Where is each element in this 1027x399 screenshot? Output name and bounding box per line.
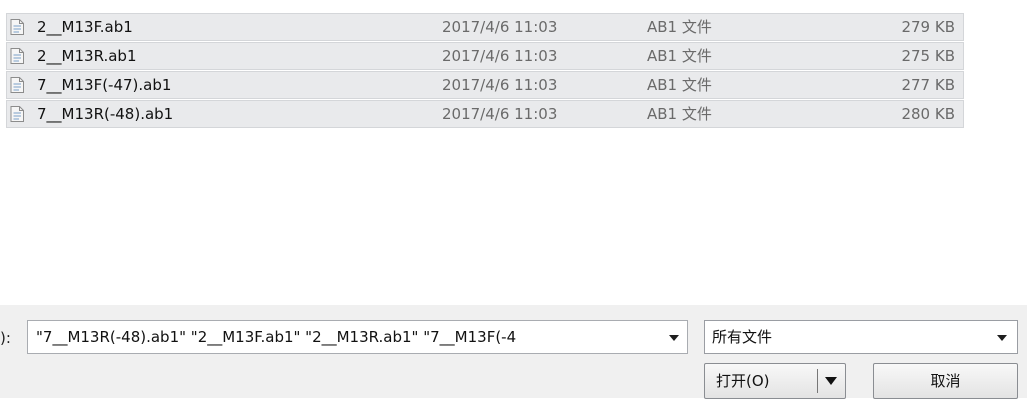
file-list[interactable]: 2__M13F.ab1 2017/4/6 11:03 AB1 文件 279 KB…: [0, 0, 1027, 305]
file-row[interactable]: 2__M13F.ab1 2017/4/6 11:03 AB1 文件 279 KB: [6, 13, 964, 41]
file-size: 275 KB: [901, 47, 955, 65]
filetype-select[interactable]: 所有文件: [704, 320, 1018, 354]
cancel-button-label: 取消: [930, 372, 961, 390]
file-row[interactable]: 2__M13R.ab1 2017/4/6 11:03 AB1 文件 275 KB: [6, 42, 964, 70]
split-divider: [817, 369, 818, 393]
file-icon: [10, 106, 24, 122]
file-name: 7__M13F(-47).ab1: [37, 76, 172, 94]
open-button-label: 打开(O): [716, 372, 770, 390]
file-size: 279 KB: [901, 18, 955, 36]
file-type: AB1 文件: [647, 18, 712, 36]
dialog-bottom-panel: ): "7__M13R(-48).ab1" "2__M13F.ab1" "2__…: [0, 305, 1027, 399]
cancel-button[interactable]: 取消: [873, 363, 1018, 399]
file-icon: [10, 48, 24, 64]
open-button[interactable]: 打开(O): [704, 363, 846, 399]
file-icon: [10, 19, 24, 35]
file-icon: [10, 77, 24, 93]
file-date: 2017/4/6 11:03: [442, 47, 558, 65]
file-name: 7__M13R(-48).ab1: [37, 105, 174, 123]
chevron-down-icon[interactable]: [995, 333, 1009, 343]
filename-combobox[interactable]: "7__M13R(-48).ab1" "2__M13F.ab1" "2__M13…: [27, 320, 688, 354]
chevron-down-icon[interactable]: [667, 333, 681, 343]
file-type: AB1 文件: [647, 47, 712, 65]
open-menu-chevron-icon[interactable]: [824, 376, 838, 386]
file-row[interactable]: 7__M13F(-47).ab1 2017/4/6 11:03 AB1 文件 2…: [6, 71, 964, 99]
filename-label: ):: [0, 329, 11, 347]
filetype-value: 所有文件: [712, 328, 773, 346]
file-type: AB1 文件: [647, 76, 712, 94]
file-date: 2017/4/6 11:03: [442, 18, 558, 36]
file-type: AB1 文件: [647, 105, 712, 123]
file-name: 2__M13R.ab1: [37, 47, 137, 65]
filename-input[interactable]: "7__M13R(-48).ab1" "2__M13F.ab1" "2__M13…: [36, 321, 656, 353]
file-name: 2__M13F.ab1: [37, 18, 133, 36]
file-row[interactable]: 7__M13R(-48).ab1 2017/4/6 11:03 AB1 文件 2…: [6, 100, 964, 128]
file-date: 2017/4/6 11:03: [442, 76, 558, 94]
file-size: 277 KB: [901, 76, 955, 94]
file-date: 2017/4/6 11:03: [442, 105, 558, 123]
file-size: 280 KB: [901, 105, 955, 123]
